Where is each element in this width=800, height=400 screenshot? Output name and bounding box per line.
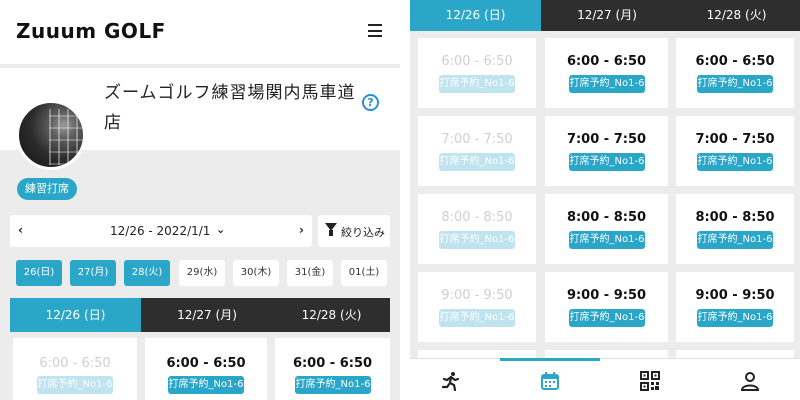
slot-reserve-button[interactable]: 打席予約_No1-6 bbox=[697, 153, 773, 171]
day-chip[interactable]: 28(火) bbox=[124, 260, 170, 286]
app-logo[interactable]: Zuuum GOLF bbox=[16, 19, 166, 43]
slot-time: 8:00 - 8:50 bbox=[441, 210, 513, 225]
slot-time: 6:00 - 6:50 bbox=[695, 54, 775, 69]
slot-reserve-button[interactable]: 打席予約_No1-6 bbox=[697, 75, 773, 93]
slot-time: 6:00 - 6:50 bbox=[292, 356, 373, 371]
slot-card: 8:00 - 8:50 打席予約_No1-6 bbox=[418, 194, 536, 264]
slot-reserve-button: 打席予約_No1-6 bbox=[439, 309, 515, 327]
store-avatar bbox=[16, 100, 86, 170]
slot-card: 9:00 - 9:50 打席予約_No1-6 bbox=[545, 272, 668, 342]
day-chip[interactable]: 27(月) bbox=[70, 260, 116, 286]
tab-date-1226[interactable]: 12/26 (日) bbox=[10, 298, 141, 332]
day-chip[interactable]: 01(土) bbox=[341, 260, 387, 286]
slot-reserve-button[interactable]: 打席予約_No1-6 bbox=[168, 376, 244, 394]
slot-time: 6:00 - 6:50 bbox=[566, 54, 647, 69]
calendar-icon[interactable] bbox=[540, 371, 560, 391]
chevron-left-icon[interactable]: ‹ bbox=[18, 223, 23, 237]
slot-time: 6:00 - 6:50 bbox=[166, 356, 246, 371]
date-tabs: 12/26 (日) 12/27 (月) 12/28 (火) bbox=[10, 298, 390, 332]
slot-reserve-button[interactable]: 打席予約_No1-6 bbox=[569, 231, 645, 249]
bottom-nav bbox=[410, 358, 800, 400]
slot-card: 6:00 - 6:50 打席予約_No1-6 bbox=[676, 38, 794, 108]
filter-label: 絞り込み bbox=[341, 226, 385, 239]
slot-time: 7:00 - 7:50 bbox=[695, 132, 775, 147]
slot-card: 7:00 - 7:50 打席予約_No1-6 bbox=[545, 116, 668, 186]
slot-time: 7:00 - 7:50 bbox=[566, 132, 647, 147]
store-name: ズームゴルフ練習場関内馬車道店 bbox=[104, 83, 356, 133]
category-pill[interactable]: 練習打席 bbox=[17, 178, 77, 200]
slot-card: 6:00 - 6:50 打席予約_No1-6 bbox=[545, 38, 668, 108]
day-chip[interactable]: 29(水) bbox=[179, 260, 225, 286]
slot-card: 9:00 - 9:50 打席予約_No1-6 bbox=[418, 272, 536, 342]
day-chip-row: 26(日) 27(月) 28(火) 29(水) 30(木) 31(金) 01(土… bbox=[16, 260, 390, 286]
running-icon[interactable] bbox=[440, 371, 460, 391]
day-chip[interactable]: 31(金) bbox=[287, 260, 333, 286]
slot-time: 8:00 - 8:50 bbox=[695, 210, 775, 225]
slot-reserve-button[interactable]: 打席予約_No1-6 bbox=[697, 231, 773, 249]
slot-reserve-button: 打席予約_No1-6 bbox=[439, 75, 515, 93]
slot-time: 6:00 - 6:50 bbox=[441, 54, 513, 69]
slot-reserve-button[interactable]: 打席予約_No1-6 bbox=[697, 309, 773, 327]
tab-date-1228[interactable]: 12/28 (火) bbox=[273, 298, 390, 332]
tab-date-1228[interactable]: 12/28 (火) bbox=[673, 0, 800, 31]
date-range-selector[interactable]: ‹ 12/26 - 2022/1/1 ⌄ › bbox=[10, 215, 312, 247]
slot-time: 9:00 - 9:50 bbox=[695, 288, 775, 303]
question-icon[interactable]: ? bbox=[362, 94, 379, 111]
slot-card: 9:00 - 9:50 打席予約_No1-6 bbox=[676, 272, 794, 342]
chevron-right-icon[interactable]: › bbox=[299, 223, 304, 237]
slot-card: 6:00 - 6:50 打席予約_No1-6 bbox=[418, 38, 536, 108]
slot-reserve-button[interactable]: 打席予約_No1-6 bbox=[295, 376, 371, 394]
slot-card: 6:00 - 6:50 打席予約_No1-6 bbox=[13, 338, 137, 400]
active-tab-indicator bbox=[500, 358, 600, 361]
slot-card: 8:00 - 8:50 打席予約_No1-6 bbox=[676, 194, 794, 264]
slot-reserve-button[interactable]: 打席予約_No1-6 bbox=[569, 75, 645, 93]
slot-reserve-button: 打席予約_No1-6 bbox=[439, 231, 515, 249]
slot-card: 7:00 - 7:50 打席予約_No1-6 bbox=[676, 116, 794, 186]
qr-code-icon[interactable] bbox=[640, 371, 660, 391]
day-chip[interactable]: 26(日) bbox=[16, 260, 62, 286]
hamburger-icon[interactable] bbox=[368, 24, 382, 37]
slot-time: 9:00 - 9:50 bbox=[566, 288, 647, 303]
slot-reserve-button[interactable]: 打席予約_No1-6 bbox=[569, 153, 645, 171]
slot-time: 7:00 - 7:50 bbox=[441, 132, 513, 147]
chevron-down-icon[interactable]: ⌄ bbox=[216, 223, 225, 236]
slot-reserve-button: 打席予約_No1-6 bbox=[439, 153, 515, 171]
tab-date-1227[interactable]: 12/27 (月) bbox=[141, 298, 273, 332]
slot-reserve-button[interactable]: 打席予約_No1-6 bbox=[569, 309, 645, 327]
slot-card: 6:00 - 6:50 打席予約_No1-6 bbox=[275, 338, 390, 400]
slot-time: 6:00 - 6:50 bbox=[39, 356, 111, 371]
filter-button[interactable]: 絞り込み bbox=[318, 215, 390, 247]
timeslot-grid-screen: 12/26 (日) 12/27 (月) 12/28 (火) 6:00 - 6:5… bbox=[410, 0, 800, 400]
slot-card: 6:00 - 6:50 打席予約_No1-6 bbox=[145, 338, 267, 400]
slot-card: 8:00 - 8:50 打席予約_No1-6 bbox=[545, 194, 668, 264]
slot-reserve-button: 打席予約_No1-6 bbox=[37, 376, 113, 394]
user-icon[interactable] bbox=[740, 371, 760, 391]
screenshot-pair: Zuuum GOLF ズームゴルフ練習場関内馬車道店 ? 練習打席 ‹ 12/2… bbox=[0, 0, 800, 400]
top-bar: Zuuum GOLF bbox=[0, 0, 400, 64]
date-range-label: 12/26 - 2022/1/1 bbox=[110, 224, 211, 238]
slot-card: 7:00 - 7:50 打席予約_No1-6 bbox=[418, 116, 536, 186]
store-reservation-screen: Zuuum GOLF ズームゴルフ練習場関内馬車道店 ? 練習打席 ‹ 12/2… bbox=[0, 0, 400, 400]
tab-date-1227[interactable]: 12/27 (月) bbox=[541, 0, 673, 31]
slot-time: 9:00 - 9:50 bbox=[441, 288, 513, 303]
day-chip[interactable]: 30(木) bbox=[233, 260, 279, 286]
slot-time: 8:00 - 8:50 bbox=[566, 210, 647, 225]
tab-date-1226[interactable]: 12/26 (日) bbox=[410, 0, 541, 31]
